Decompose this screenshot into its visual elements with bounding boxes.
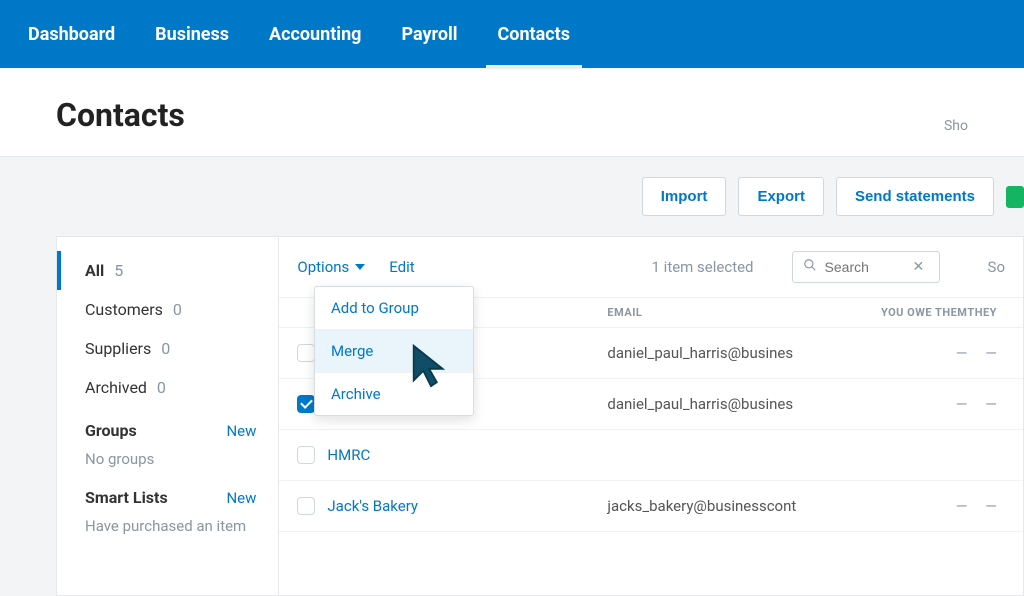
search-icon <box>803 258 817 276</box>
table-row[interactable]: Jack's Bakery jacks_bakery@businesscont … <box>279 481 1023 532</box>
title-bar: Contacts Sho <box>0 68 1024 157</box>
selection-count: 1 item selected <box>652 258 754 276</box>
filter-customers[interactable]: Customers 0 <box>57 290 278 329</box>
nav-payroll[interactable]: Payroll <box>397 4 461 65</box>
row-checkbox[interactable] <box>297 395 315 413</box>
page-title: Contacts <box>56 96 185 134</box>
header-they-owe: THEY <box>967 306 1005 319</box>
header-you-owe: YOU OWE THEM <box>827 306 967 319</box>
nav-dashboard[interactable]: Dashboard <box>24 4 119 65</box>
smart-lists-heading: Smart Lists New <box>57 474 278 513</box>
contact-name[interactable]: HMRC <box>327 446 370 464</box>
contact-email: daniel_paul_harris@busines <box>607 344 793 362</box>
row-checkbox[interactable] <box>297 446 315 464</box>
filter-all[interactable]: All 5 <box>57 251 278 290</box>
send-statements-button[interactable]: Send statements <box>836 177 994 216</box>
new-smart-list-link[interactable]: New <box>226 489 256 507</box>
contacts-panel: All 5 Customers 0 Suppliers 0 Archived 0… <box>56 236 1024 596</box>
smart-list-item[interactable]: Have purchased an item <box>57 513 278 541</box>
contact-email: daniel_paul_harris@busines <box>607 395 793 413</box>
filter-suppliers[interactable]: Suppliers 0 <box>57 329 278 368</box>
export-button[interactable]: Export <box>738 177 824 216</box>
new-group-link[interactable]: New <box>226 422 256 440</box>
search-box[interactable]: ✕ <box>792 251 940 283</box>
new-contact-button[interactable] <box>1006 186 1024 208</box>
header-email: EMAIL <box>607 306 827 319</box>
filter-archived[interactable]: Archived 0 <box>57 368 278 407</box>
caret-down-icon <box>355 264 365 270</box>
row-checkbox[interactable] <box>297 344 315 362</box>
show-truncated[interactable]: Sho <box>944 118 968 134</box>
clear-search-icon[interactable]: ✕ <box>913 259 925 275</box>
edit-link[interactable]: Edit <box>389 258 414 276</box>
option-add-to-group[interactable]: Add to Group <box>315 287 473 329</box>
groups-heading: Groups New <box>57 407 278 446</box>
no-groups-label: No groups <box>57 446 278 474</box>
nav-business[interactable]: Business <box>151 4 233 65</box>
contact-name[interactable]: Jack's Bakery <box>327 497 418 515</box>
nav-contacts[interactable]: Contacts <box>494 4 574 65</box>
table-row[interactable]: HMRC <box>279 430 1023 481</box>
top-nav: Dashboard Business Accounting Payroll Co… <box>0 0 1024 68</box>
sort-truncated[interactable]: So <box>988 258 1005 276</box>
options-dropdown-trigger[interactable]: Options <box>297 258 365 276</box>
option-merge[interactable]: Merge <box>315 329 473 372</box>
sidebar: All 5 Customers 0 Suppliers 0 Archived 0… <box>57 237 279 595</box>
search-input[interactable] <box>825 259 905 275</box>
contact-email: jacks_bakery@businesscont <box>607 497 796 515</box>
row-checkbox[interactable] <box>297 497 315 515</box>
option-archive[interactable]: Archive <box>315 372 473 415</box>
import-button[interactable]: Import <box>642 177 727 216</box>
nav-accounting[interactable]: Accounting <box>265 4 365 65</box>
options-dropdown: Add to Group Merge Archive <box>314 286 474 416</box>
action-bar: Import Export Send statements <box>0 157 1024 236</box>
